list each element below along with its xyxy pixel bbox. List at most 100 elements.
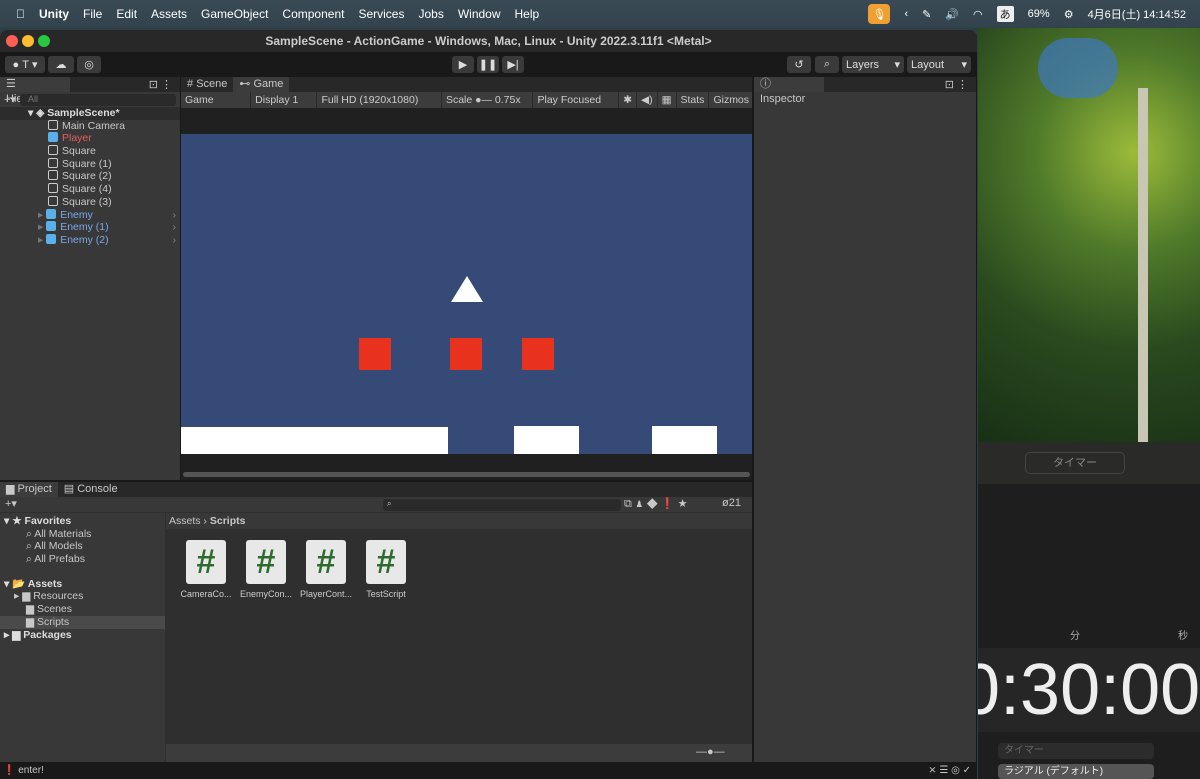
- script-asset[interactable]: # EnemyCon...: [236, 540, 296, 599]
- bug-icon[interactable]: ✱: [619, 92, 637, 108]
- menu-component[interactable]: Component: [282, 7, 344, 21]
- hierarchy-item[interactable]: ▸ Enemy ›: [0, 208, 180, 222]
- expand-arrow-icon[interactable]: ▸: [38, 234, 46, 246]
- minimize-window-button[interactable]: [22, 35, 34, 47]
- game-mode-dropdown[interactable]: Game: [181, 92, 252, 108]
- ime-indicator[interactable]: あ: [996, 6, 1014, 22]
- hidden-packages-icon[interactable]: ø: [722, 497, 729, 509]
- scene-row[interactable]: ▾ ◈ SampleScene*: [0, 107, 180, 120]
- lock-icon[interactable]: ⊡ ⋮: [945, 78, 968, 91]
- wifi-icon[interactable]: ◠: [973, 8, 983, 21]
- battery-percent[interactable]: 69%: [1028, 8, 1050, 20]
- pen-off-icon[interactable]: ✎: [922, 8, 931, 21]
- tab-game[interactable]: Game: [253, 78, 283, 90]
- gizmos-button[interactable]: Gizmos: [709, 92, 752, 108]
- script-asset[interactable]: # TestScript: [356, 540, 416, 599]
- icon-size-slider[interactable]: —●—: [696, 746, 725, 758]
- hierarchy-item[interactable]: Square (4): [0, 183, 180, 196]
- scale-slider[interactable]: Scale ●— 0.75x: [442, 92, 534, 108]
- lock-icon[interactable]: ⊡ ⋮: [149, 78, 172, 91]
- menu-app[interactable]: Unity: [39, 7, 69, 21]
- menu-assets[interactable]: Assets: [151, 7, 187, 21]
- layout-dropdown[interactable]: Layout: [911, 59, 944, 71]
- game-canvas[interactable]: [181, 134, 752, 454]
- hierarchy-item[interactable]: Main Camera: [0, 119, 180, 133]
- close-window-button[interactable]: [6, 35, 18, 47]
- apple-icon[interactable]: : [16, 7, 25, 21]
- timer-mode-select[interactable]: タイマー: [1025, 452, 1125, 474]
- ground-platform: [181, 427, 448, 454]
- favorite-all-materials[interactable]: ⌕ All Materials: [0, 528, 165, 541]
- search-by-type-icon[interactable]: ⧉ ♟ ◆ ❗ ★: [624, 497, 687, 511]
- favorite-all-prefabs[interactable]: ⌕ All Prefabs: [0, 553, 165, 566]
- chevron-left-icon[interactable]: ‹: [904, 8, 908, 20]
- tab-scene[interactable]: Scene: [196, 78, 227, 90]
- zoom-window-button[interactable]: [38, 35, 50, 47]
- expand-arrow-icon[interactable]: ▸: [38, 221, 46, 233]
- layers-dropdown[interactable]: Layers: [846, 59, 879, 71]
- control-center-icon[interactable]: ⚙: [1064, 8, 1074, 21]
- create-button[interactable]: +▾: [5, 497, 17, 510]
- script-asset[interactable]: # CameraCo...: [176, 540, 236, 599]
- assets-folder[interactable]: ▾ 📂 Assets: [0, 578, 165, 591]
- favorite-all-models[interactable]: ⌕ All Models: [0, 540, 165, 553]
- chevron-right-icon[interactable]: ›: [173, 221, 177, 234]
- add-button[interactable]: +▾: [4, 93, 16, 106]
- menu-window[interactable]: Window: [458, 7, 501, 21]
- cloud-icon[interactable]: ☁: [48, 56, 74, 73]
- script-asset[interactable]: # PlayerCont...: [296, 540, 356, 599]
- timer-display[interactable]: 0:30:00: [978, 648, 1200, 732]
- chevron-right-icon[interactable]: ›: [173, 209, 177, 222]
- stats-button[interactable]: Stats: [677, 92, 710, 108]
- tab-project[interactable]: Project: [18, 483, 52, 495]
- expand-arrow-icon[interactable]: ▸: [38, 209, 46, 221]
- status-icons[interactable]: ⨯ ☰ ◎ ✓: [928, 762, 971, 779]
- hierarchy-item[interactable]: Player: [0, 132, 180, 145]
- tab-console[interactable]: Console: [77, 483, 117, 495]
- menu-help[interactable]: Help: [515, 7, 540, 21]
- mute-audio-icon[interactable]: ◀): [637, 92, 658, 108]
- menu-gameobject[interactable]: GameObject: [201, 7, 268, 21]
- menu-edit[interactable]: Edit: [116, 7, 137, 21]
- folder-resources[interactable]: ▸ ▆ Resources: [0, 590, 165, 603]
- microphone-icon[interactable]: 🎙: [868, 4, 891, 24]
- hierarchy-item[interactable]: Square (1): [0, 157, 180, 171]
- packages-folder[interactable]: ▸ ▆ Packages: [0, 629, 165, 642]
- play-focused-dropdown[interactable]: Play Focused: [533, 92, 620, 108]
- play-button[interactable]: ▶: [452, 56, 474, 73]
- display-dropdown[interactable]: Display 1: [251, 92, 318, 108]
- breadcrumb-scripts[interactable]: Scripts: [210, 515, 246, 527]
- clock[interactable]: 4月6日(土) 14:14:52: [1088, 6, 1186, 22]
- collab-settings-icon[interactable]: ◎: [77, 56, 101, 73]
- breadcrumb-assets[interactable]: Assets: [169, 515, 201, 527]
- menu-services[interactable]: Services: [358, 7, 404, 21]
- menu-file[interactable]: File: [83, 7, 102, 21]
- hierarchy-item[interactable]: Square (3): [0, 195, 180, 209]
- keyboard-icon[interactable]: ▦: [658, 92, 677, 108]
- folder-scenes[interactable]: ▆ Scenes: [0, 603, 165, 616]
- history-icon[interactable]: ↺: [787, 56, 811, 73]
- unity-scene-icon: ◈: [36, 107, 45, 119]
- favorites-row[interactable]: ▾ ★ Favorites: [0, 515, 165, 528]
- hierarchy-item[interactable]: ▸ Enemy (1) ›: [0, 221, 180, 234]
- hierarchy-item[interactable]: Square (2): [0, 170, 180, 183]
- hierarchy-item[interactable]: ▸ Enemy (2) ›: [0, 233, 180, 247]
- timer-name-input[interactable]: タイマー: [998, 743, 1154, 759]
- horizontal-scrollbar[interactable]: [183, 472, 750, 477]
- volume-icon[interactable]: 🔊: [945, 8, 959, 21]
- account-button[interactable]: T: [22, 59, 29, 71]
- sound-select[interactable]: ラジアル (デフォルト): [998, 764, 1154, 779]
- hierarchy-item[interactable]: Square: [0, 145, 180, 158]
- hierarchy-search[interactable]: All: [19, 93, 176, 106]
- search-icon[interactable]: ⌕: [815, 56, 839, 73]
- menu-jobs[interactable]: Jobs: [418, 7, 443, 21]
- step-button[interactable]: ▶|: [502, 56, 524, 73]
- chevron-right-icon[interactable]: ›: [173, 234, 177, 247]
- project-search[interactable]: ⌕: [383, 499, 621, 511]
- resolution-dropdown[interactable]: Full HD (1920x1080): [317, 92, 442, 108]
- pause-button[interactable]: ❚❚: [477, 56, 499, 73]
- status-message[interactable]: enter!: [18, 765, 44, 776]
- folder-scripts[interactable]: ▆ Scripts: [0, 615, 165, 629]
- tab-inspector[interactable]: Inspector: [760, 93, 805, 105]
- console-icon: ▤: [63, 483, 78, 495]
